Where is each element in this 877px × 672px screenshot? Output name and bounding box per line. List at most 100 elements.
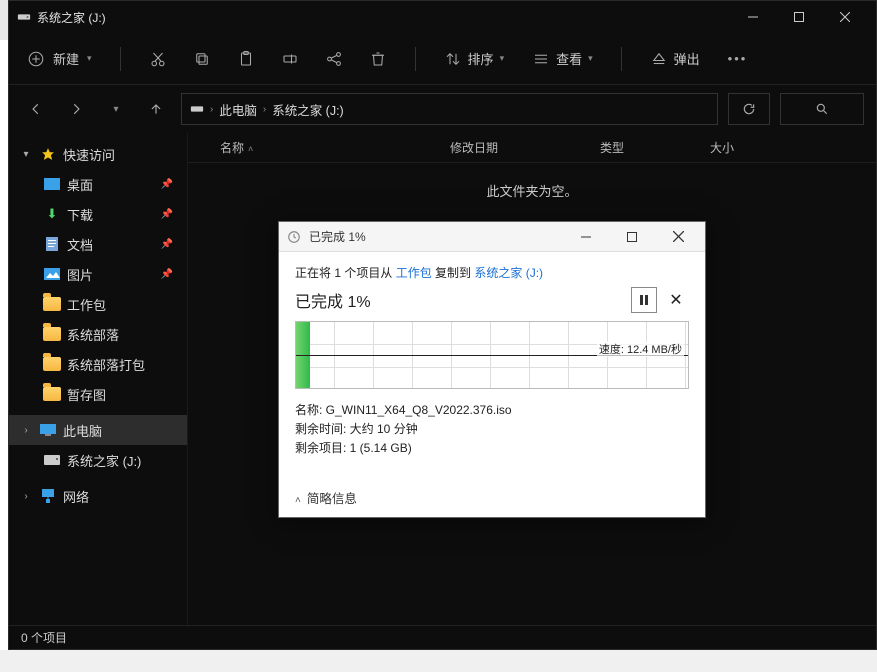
- pc-icon: [39, 422, 57, 438]
- chevron-right-icon: ›: [263, 104, 266, 115]
- close-button[interactable]: [822, 1, 868, 33]
- sidebar-item-label: 文档: [67, 235, 93, 254]
- sort-asc-icon: ˄: [248, 144, 253, 154]
- cut-icon[interactable]: [149, 50, 167, 68]
- sidebar-item-label: 系统部落: [67, 325, 119, 344]
- breadcrumb[interactable]: › 此电脑 › 系统之家 (J:): [181, 93, 718, 125]
- chevron-right-icon: ›: [19, 491, 33, 502]
- graph-speed-label: 速度: 12.4 MB/秒: [597, 341, 684, 357]
- picture-icon: [43, 266, 61, 282]
- meta-items-value: 1 (5.14 GB): [350, 441, 412, 455]
- col-type[interactable]: 类型: [592, 139, 702, 156]
- sidebar-item-label: 系统之家 (J:): [67, 451, 141, 470]
- desktop-icon: [43, 176, 61, 192]
- drive-icon: [43, 452, 61, 468]
- window-title: 系统之家 (J:): [17, 9, 722, 26]
- delete-icon[interactable]: [369, 50, 387, 68]
- status-bar: 0 个项目: [9, 625, 876, 649]
- dialog-footer: ˄简略信息: [279, 478, 705, 517]
- dialog-body: 正在将 1 个项目从 工作包 复制到 系统之家 (J:) 已完成 1% ✕ 速度…: [279, 252, 705, 478]
- chevron-down-icon: ▾: [87, 53, 92, 64]
- copy-source-link[interactable]: 工作包: [396, 266, 432, 280]
- dialog-minimize-button[interactable]: [567, 223, 605, 251]
- chevron-up-icon: ˄: [295, 495, 301, 506]
- sidebar-label: 网络: [63, 487, 89, 506]
- breadcrumb-drive[interactable]: 系统之家 (J:): [272, 100, 344, 119]
- cancel-button[interactable]: ✕: [663, 287, 689, 313]
- col-name[interactable]: 名称˄: [212, 139, 442, 156]
- back-button[interactable]: [21, 95, 51, 123]
- meta-time-value: 大约 10 分钟: [350, 422, 418, 436]
- new-button[interactable]: 新建 ▾: [27, 49, 92, 68]
- sidebar-item-downloads[interactable]: ⬇ 下载 📌: [9, 199, 187, 229]
- chevron-down-icon: ▾: [19, 149, 33, 160]
- dialog-maximize-button[interactable]: [613, 223, 651, 251]
- chevron-right-icon: ›: [19, 425, 33, 436]
- sidebar-item-label: 工作包: [67, 295, 106, 314]
- network-icon: [39, 488, 57, 504]
- sidebar-item-pictures[interactable]: 图片 📌: [9, 259, 187, 289]
- toolbar-separator: [415, 47, 416, 71]
- sidebar: ▾ 快速访问 桌面 📌 ⬇ 下载 📌 文档 📌 图片: [9, 133, 187, 625]
- sidebar-this-pc[interactable]: › 此电脑: [9, 415, 187, 445]
- status-item-count: 0 个项目: [21, 629, 67, 646]
- up-button[interactable]: [141, 95, 171, 123]
- sidebar-quick-access[interactable]: ▾ 快速访问: [9, 139, 187, 169]
- col-size[interactable]: 大小: [702, 139, 782, 156]
- minimize-button[interactable]: [730, 1, 776, 33]
- download-icon: ⬇: [43, 206, 61, 222]
- sidebar-label: 此电脑: [63, 421, 102, 440]
- sidebar-item-label: 桌面: [67, 175, 93, 194]
- sort-label: 排序: [468, 49, 494, 68]
- speed-graph: 速度: 12.4 MB/秒: [295, 321, 689, 389]
- meta-time-key: 剩余时间:: [295, 422, 350, 436]
- refresh-button[interactable]: [728, 93, 770, 125]
- sidebar-item-label: 系统部落打包: [67, 355, 145, 374]
- sidebar-item-sysbl[interactable]: 系统部落: [9, 319, 187, 349]
- toolbar-separator: [120, 47, 121, 71]
- sidebar-item-drive[interactable]: 系统之家 (J:): [9, 445, 187, 475]
- sidebar-item-desktop[interactable]: 桌面 📌: [9, 169, 187, 199]
- pin-icon: 📌: [161, 239, 173, 250]
- nav-row: ▾ › 此电脑 › 系统之家 (J:): [9, 85, 876, 133]
- col-modified[interactable]: 修改日期: [442, 139, 592, 156]
- pause-button[interactable]: [631, 287, 657, 313]
- forward-button[interactable]: [61, 95, 91, 123]
- fewer-details-button[interactable]: ˄简略信息: [295, 492, 357, 506]
- search-box[interactable]: [780, 93, 864, 125]
- pin-icon: 📌: [161, 179, 173, 190]
- progress-percent: 已完成 1%: [295, 288, 625, 312]
- chevron-down-icon: ▾: [588, 53, 593, 64]
- copy-meta: 名称: G_WIN11_X64_Q8_V2022.376.iso 剩余时间: 大…: [295, 401, 689, 459]
- sidebar-item-temp[interactable]: 暂存图: [9, 379, 187, 409]
- paste-icon[interactable]: [237, 50, 255, 68]
- dialog-title: 已完成 1%: [309, 228, 559, 245]
- folder-icon: [43, 387, 61, 401]
- eject-icon: [650, 50, 668, 68]
- copy-icon[interactable]: [193, 50, 211, 68]
- dialog-close-button[interactable]: [659, 223, 697, 251]
- maximize-button[interactable]: [776, 1, 822, 33]
- sidebar-item-documents[interactable]: 文档 📌: [9, 229, 187, 259]
- copy-dest-link[interactable]: 系统之家 (J:): [474, 266, 543, 280]
- share-icon[interactable]: [325, 50, 343, 68]
- toolbar: 新建 ▾ 排序 ▾ 查看 ▾ 弹出 •••: [9, 33, 876, 85]
- sort-button[interactable]: 排序 ▾: [444, 49, 505, 68]
- sidebar-item-sysbl-pack[interactable]: 系统部落打包: [9, 349, 187, 379]
- eject-button[interactable]: 弹出: [650, 49, 700, 68]
- more-button[interactable]: •••: [728, 51, 748, 66]
- recent-button[interactable]: ▾: [101, 95, 131, 123]
- sidebar-item-label: 暂存图: [67, 385, 106, 404]
- dialog-titlebar: 已完成 1%: [279, 222, 705, 252]
- eject-label: 弹出: [674, 49, 700, 68]
- sidebar-item-label: 下载: [67, 205, 93, 224]
- view-icon: [532, 50, 550, 68]
- breadcrumb-this-pc[interactable]: 此电脑: [219, 100, 257, 119]
- window-title-text: 系统之家 (J:): [37, 9, 106, 26]
- sidebar-item-workpack[interactable]: 工作包: [9, 289, 187, 319]
- clock-icon: [287, 230, 301, 244]
- view-button[interactable]: 查看 ▾: [532, 49, 593, 68]
- sidebar-network[interactable]: › 网络: [9, 481, 187, 511]
- rename-icon[interactable]: [281, 50, 299, 68]
- folder-icon: [43, 357, 61, 371]
